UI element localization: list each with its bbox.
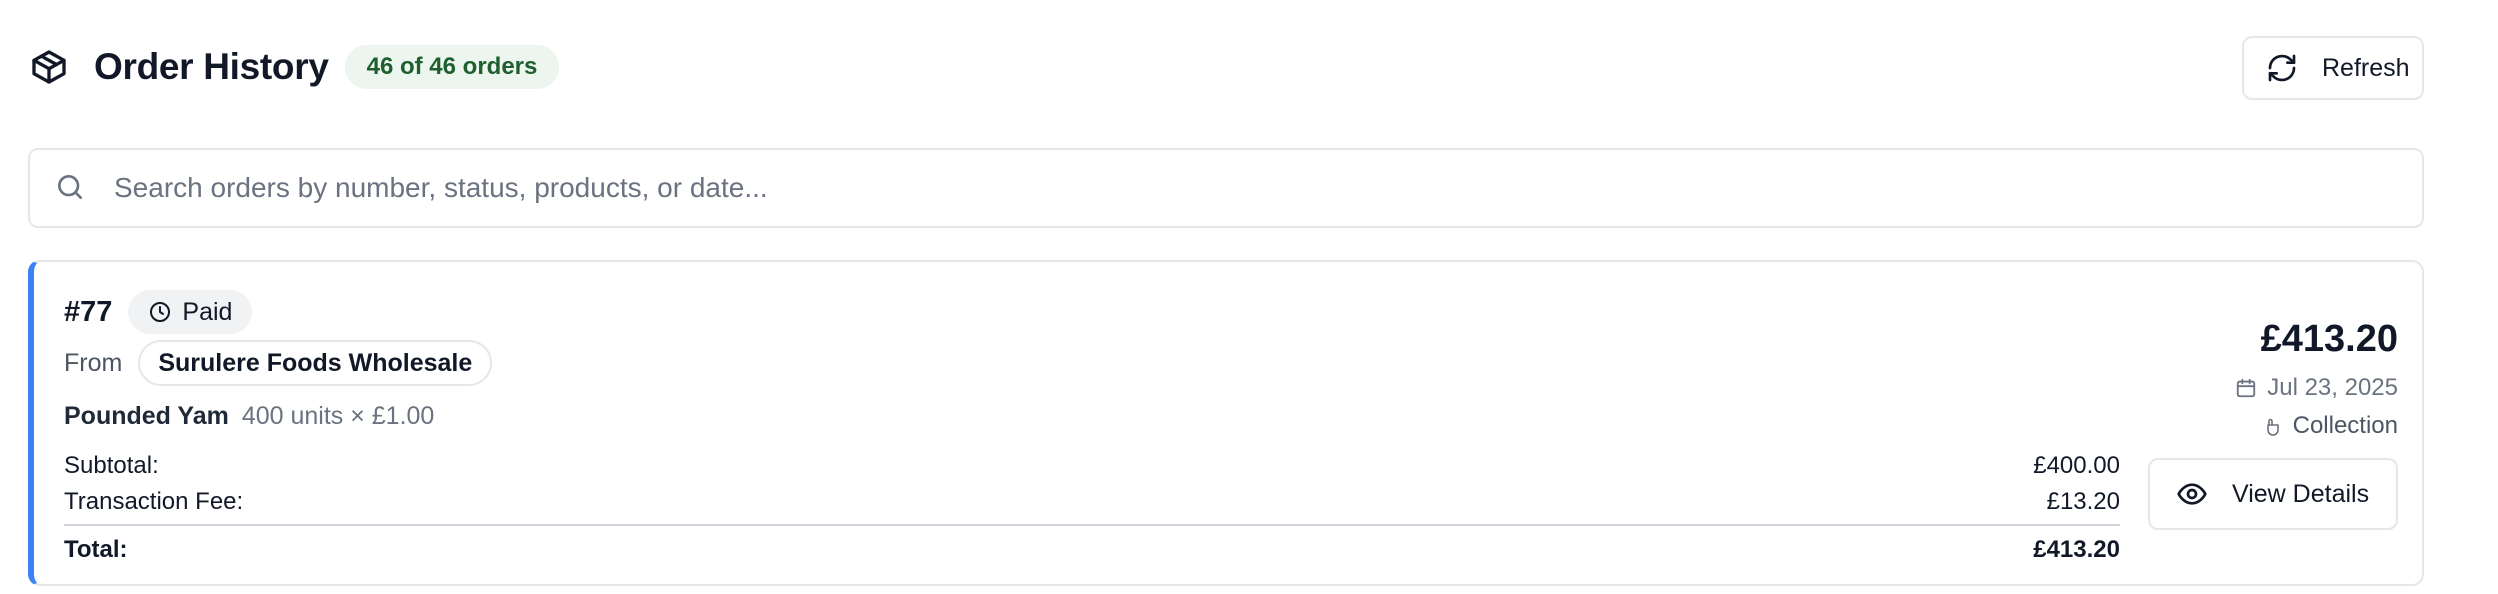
order-search <box>28 148 2424 228</box>
order-card[interactable]: #77 Paid From Surulere Foods Wholesale P… <box>28 260 2424 586</box>
search-icon <box>54 171 88 205</box>
order-header: #77 Paid <box>64 290 253 334</box>
price-breakdown: Subtotal: £400.00 Transaction Fee: £13.2… <box>64 448 2120 570</box>
subtotal-value: £400.00 <box>2033 452 2120 479</box>
product-quantity: 400 units × £1.00 <box>241 402 435 430</box>
order-number: #77 <box>64 295 113 328</box>
page-header: Order History 46 of 46 orders Refresh <box>28 36 2424 100</box>
status-badge: Paid <box>128 290 253 334</box>
supplier-row: From Surulere Foods Wholesale <box>64 340 493 386</box>
view-details-label: View Details <box>2232 479 2370 508</box>
calendar-icon <box>2235 377 2257 399</box>
clock-icon <box>148 300 172 324</box>
refresh-icon <box>2266 52 2298 84</box>
refresh-button[interactable]: Refresh <box>2242 36 2424 100</box>
order-date-text: Jul 23, 2025 <box>2267 374 2398 401</box>
from-label: From <box>64 348 123 377</box>
transaction-fee-label: Transaction Fee: <box>64 488 244 515</box>
product-name: Pounded Yam <box>64 402 229 430</box>
total-value: £413.20 <box>2033 536 2120 563</box>
package-icon <box>28 46 70 88</box>
supplier-badge: Surulere Foods Wholesale <box>138 340 493 386</box>
product-line: Pounded Yam 400 units × £1.00 <box>64 402 434 431</box>
order-amount: £413.20 <box>2260 318 2398 360</box>
fulfilment-method: Collection <box>2263 406 2398 446</box>
eye-icon <box>2176 478 2208 510</box>
search-input[interactable] <box>114 172 2422 204</box>
fulfilment-text: Collection <box>2292 412 2398 439</box>
subtotal-label: Subtotal: <box>64 452 159 479</box>
order-date: Jul 23, 2025 <box>2235 370 2398 406</box>
status-label: Paid <box>182 297 233 326</box>
refresh-label: Refresh <box>2322 53 2410 82</box>
total-row: Total: £413.20 <box>64 524 2120 570</box>
total-label: Total: <box>64 536 128 563</box>
transaction-fee-row: Transaction Fee: £13.20 <box>64 484 2120 520</box>
page-title: Order History <box>94 46 329 87</box>
hand-icon <box>2263 415 2283 437</box>
order-summary: £413.20 Jul 23, 2025 Collection View Det… <box>2148 318 2398 530</box>
subtotal-row: Subtotal: £400.00 <box>64 448 2120 484</box>
view-details-button[interactable]: View Details <box>2148 458 2398 530</box>
order-count-badge: 46 of 46 orders <box>344 45 560 89</box>
transaction-fee-value: £13.20 <box>2046 488 2120 515</box>
